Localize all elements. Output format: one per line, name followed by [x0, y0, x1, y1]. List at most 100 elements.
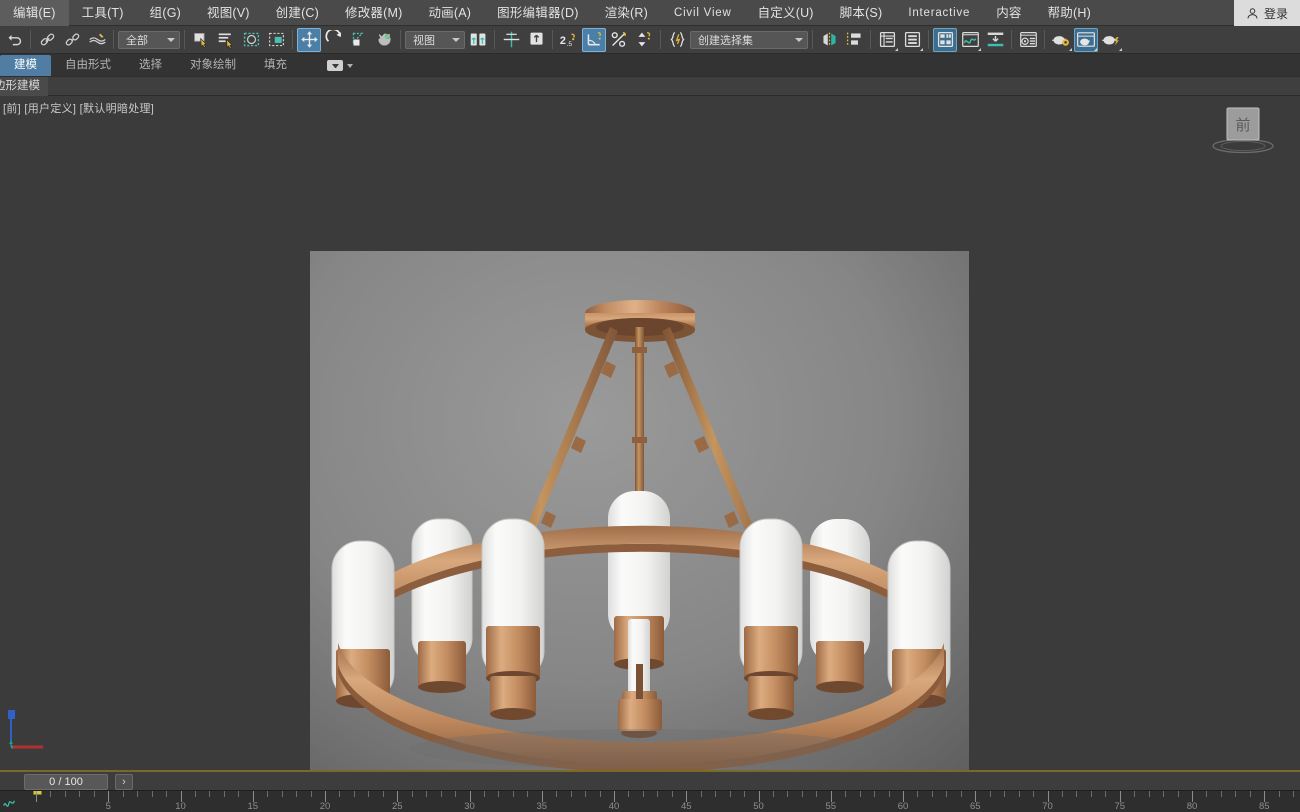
window-crossing-button[interactable] — [264, 28, 288, 52]
ruler-tick — [455, 791, 457, 797]
spinner-snap-toggle-button[interactable] — [632, 28, 656, 52]
reference-coordinate-system-combo[interactable]: 视图 — [405, 30, 465, 49]
track-bar-ruler[interactable]: 5 10 15 20 25 30 35 40 45 50 55 60 65 70 75 80 85 — [0, 790, 1300, 812]
toggle-ribbon-button[interactable] — [933, 27, 957, 52]
edit-named-selection-sets-button[interactable] — [665, 28, 689, 52]
menu-views[interactable]: 视图(V) — [194, 0, 263, 26]
select-and-rotate-button[interactable] — [322, 28, 346, 52]
undo-arrow-icon — [8, 34, 21, 46]
scene-explorer-button[interactable] — [900, 28, 924, 52]
ribbon-panel-polygon-modeling[interactable]: 边形建模 — [0, 76, 48, 96]
chevron-down-icon — [347, 63, 353, 68]
view-cube[interactable]: 前 — [1208, 102, 1278, 158]
ruler-tick — [194, 791, 196, 797]
layer-explorer-button[interactable] — [875, 28, 899, 52]
select-arrow-icon — [193, 33, 207, 49]
ruler-tick — [368, 791, 370, 797]
angle-snap-toggle-button[interactable] — [582, 27, 606, 52]
ruler-tick — [715, 791, 717, 797]
curve-editor-button[interactable] — [958, 28, 982, 52]
menu-graph-editors[interactable]: 图形编辑器(D) — [484, 0, 591, 26]
select-object-button[interactable] — [189, 28, 213, 52]
render-output-image[interactable] — [310, 251, 969, 770]
select-and-link-button[interactable] — [35, 28, 59, 52]
time-playhead[interactable] — [33, 791, 42, 795]
viewport[interactable]: [前] [用户定义] [默认明暗处理] 前 — [0, 96, 1300, 770]
select-by-name-button[interactable] — [214, 28, 238, 52]
ribbon-toggle-icon — [937, 31, 953, 48]
ruler-tick-label: 10 — [175, 801, 186, 812]
named-selection-set-combo[interactable]: 创建选择集 — [690, 30, 808, 49]
rectangular-selection-region-button[interactable] — [239, 28, 263, 52]
mirror-button[interactable] — [499, 28, 523, 52]
menu-modifiers[interactable]: 修改器(M) — [332, 0, 415, 26]
named-sets-braces-icon — [669, 31, 685, 48]
ribbon-display-icon — [327, 60, 343, 71]
ruler-tick — [151, 791, 153, 797]
ruler-tick-label: 25 — [391, 801, 403, 812]
mini-curve-editor-toggle[interactable] — [0, 791, 18, 812]
ruler-tick — [310, 791, 312, 797]
mirror-tool-button[interactable] — [817, 28, 841, 52]
select-and-move-button[interactable] — [297, 27, 321, 52]
menu-edit[interactable]: 编辑(E) — [0, 0, 69, 26]
selection-filter-combo[interactable]: 全部 — [118, 30, 180, 49]
select-and-scale-button[interactable] — [347, 28, 371, 52]
menu-customize[interactable]: 自定义(U) — [745, 0, 827, 26]
menu-animation[interactable]: 动画(A) — [415, 0, 484, 26]
time-slider-bar[interactable]: 0 / 100 › — [0, 770, 1300, 790]
align-tool-button[interactable] — [842, 28, 866, 52]
ruler-tick — [556, 791, 558, 797]
bind-to-space-warp-button[interactable] — [85, 28, 109, 52]
ribbon-tab-freeform[interactable]: 自由形式 — [51, 55, 125, 76]
ruler-tick — [729, 791, 731, 797]
current-frame-field[interactable]: 0 / 100 — [24, 774, 108, 790]
viewport-label-view[interactable]: [前] — [3, 103, 21, 115]
ribbon-tab-object-paint[interactable]: 对象绘制 — [176, 55, 250, 76]
chandelier-render — [310, 251, 969, 770]
scale-gizmo-icon — [352, 32, 364, 46]
ruler-tick — [642, 791, 644, 797]
menu-rendering[interactable]: 渲染(R) — [592, 0, 661, 26]
align-button[interactable] — [524, 28, 548, 52]
ruler-tick — [36, 791, 37, 802]
menu-help[interactable]: 帮助(H) — [1035, 0, 1104, 26]
menu-content[interactable]: 内容 — [983, 0, 1034, 26]
menu-interactive[interactable]: Interactive — [895, 0, 983, 26]
chevron-down-icon — [452, 37, 460, 42]
undo-button[interactable] — [2, 28, 26, 52]
viewport-label-shading[interactable]: [默认明暗处理] — [80, 103, 155, 115]
ribbon-tab-strip: 建模 自由形式 选择 对象绘制 填充 — [0, 54, 1300, 76]
viewport-label-shading-preset[interactable]: [用户定义] — [24, 103, 76, 115]
render-production-button[interactable] — [1099, 28, 1123, 52]
rendered-frame-window-button[interactable] — [1074, 27, 1098, 52]
use-center-button[interactable] — [466, 28, 490, 52]
render-production-teapot-icon — [1102, 36, 1119, 46]
menu-create[interactable]: 创建(C) — [263, 0, 332, 26]
ruler-tick — [1076, 791, 1078, 797]
sign-in-button[interactable]: 登录 — [1233, 0, 1300, 26]
compact-material-editor-button[interactable] — [1016, 28, 1040, 52]
menu-tools[interactable]: 工具(T) — [69, 0, 137, 26]
percent-snap-toggle-button[interactable] — [607, 28, 631, 52]
select-and-place-button[interactable] — [372, 28, 396, 52]
render-setup-button[interactable] — [1049, 28, 1073, 52]
unlink-icon — [65, 33, 79, 46]
menu-civil-view[interactable]: Civil View — [661, 0, 745, 26]
ruler-tick — [1018, 791, 1020, 797]
menu-group[interactable]: 组(G) — [137, 0, 194, 26]
ribbon-tab-selection[interactable]: 选择 — [125, 55, 176, 76]
next-frame-button[interactable]: › — [115, 774, 133, 790]
snaps-toggle-button[interactable]: 2 .5 — [557, 28, 581, 52]
unlink-selection-button[interactable] — [60, 28, 84, 52]
viewport-label[interactable]: [前] [用户定义] [默认明暗处理] — [3, 100, 154, 116]
link-icon — [40, 33, 54, 46]
ribbon-tab-populate[interactable]: 填充 — [250, 55, 301, 76]
menu-scripting[interactable]: 脚本(S) — [827, 0, 896, 26]
ruler-tick — [1206, 791, 1208, 797]
ribbon-tab-modeling[interactable]: 建模 — [0, 55, 51, 76]
ruler-tick — [1278, 791, 1280, 797]
ribbon-minimize-button[interactable] — [319, 55, 361, 76]
schematic-view-button[interactable] — [983, 28, 1007, 52]
render-setup-teapot-gear-icon — [1052, 36, 1069, 46]
